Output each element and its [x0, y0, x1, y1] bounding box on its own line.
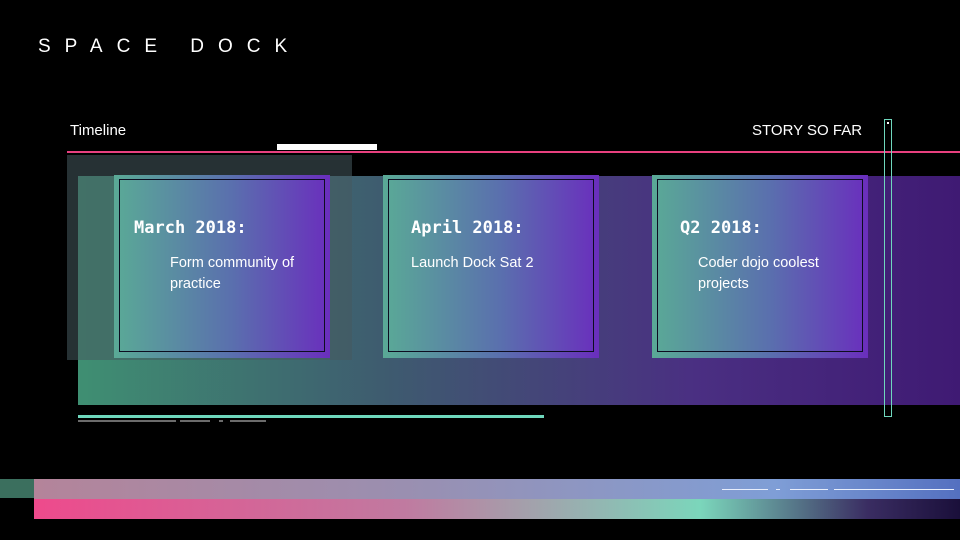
card-description: Launch Dock Sat 2 — [411, 255, 534, 271]
vertical-scroll-indicator — [884, 119, 892, 417]
card-description: Form community of practice — [170, 255, 295, 292]
timeline-card-march-2018[interactable]: March 2018: Form community of practice — [114, 175, 330, 358]
footer-strip-teal-block — [0, 479, 34, 498]
footer-dash — [722, 489, 768, 490]
card-date: April 2018: — [411, 218, 524, 238]
footer-dash — [834, 489, 954, 490]
timeline-progress-marker — [277, 144, 377, 150]
card-date: Q2 2018: — [680, 218, 762, 238]
timeline-card-q2-2018[interactable]: Q2 2018: Coder dojo coolest projects — [652, 175, 868, 358]
decorative-dash — [180, 420, 210, 422]
footer-dash — [776, 489, 780, 490]
footer-gradient-strip-bottom — [34, 499, 960, 519]
timeline-card-april-2018[interactable]: April 2018: Launch Dock Sat 2 — [383, 175, 599, 358]
decorative-dash — [230, 420, 266, 422]
timeline-label: Timeline — [70, 122, 127, 139]
decorative-dash — [78, 420, 176, 422]
card-description: Coder dojo coolest projects — [698, 255, 819, 292]
footer-dash — [790, 489, 828, 490]
scroll-indicator-dot — [887, 122, 889, 124]
timeline-underline — [78, 415, 544, 418]
timeline-axis-line — [67, 151, 960, 153]
decorative-dash — [219, 420, 223, 422]
brand-logo: SPACE DOCK — [38, 36, 302, 57]
story-so-far-label: STORY SO FAR — [752, 122, 863, 139]
card-date: March 2018: — [134, 218, 247, 238]
